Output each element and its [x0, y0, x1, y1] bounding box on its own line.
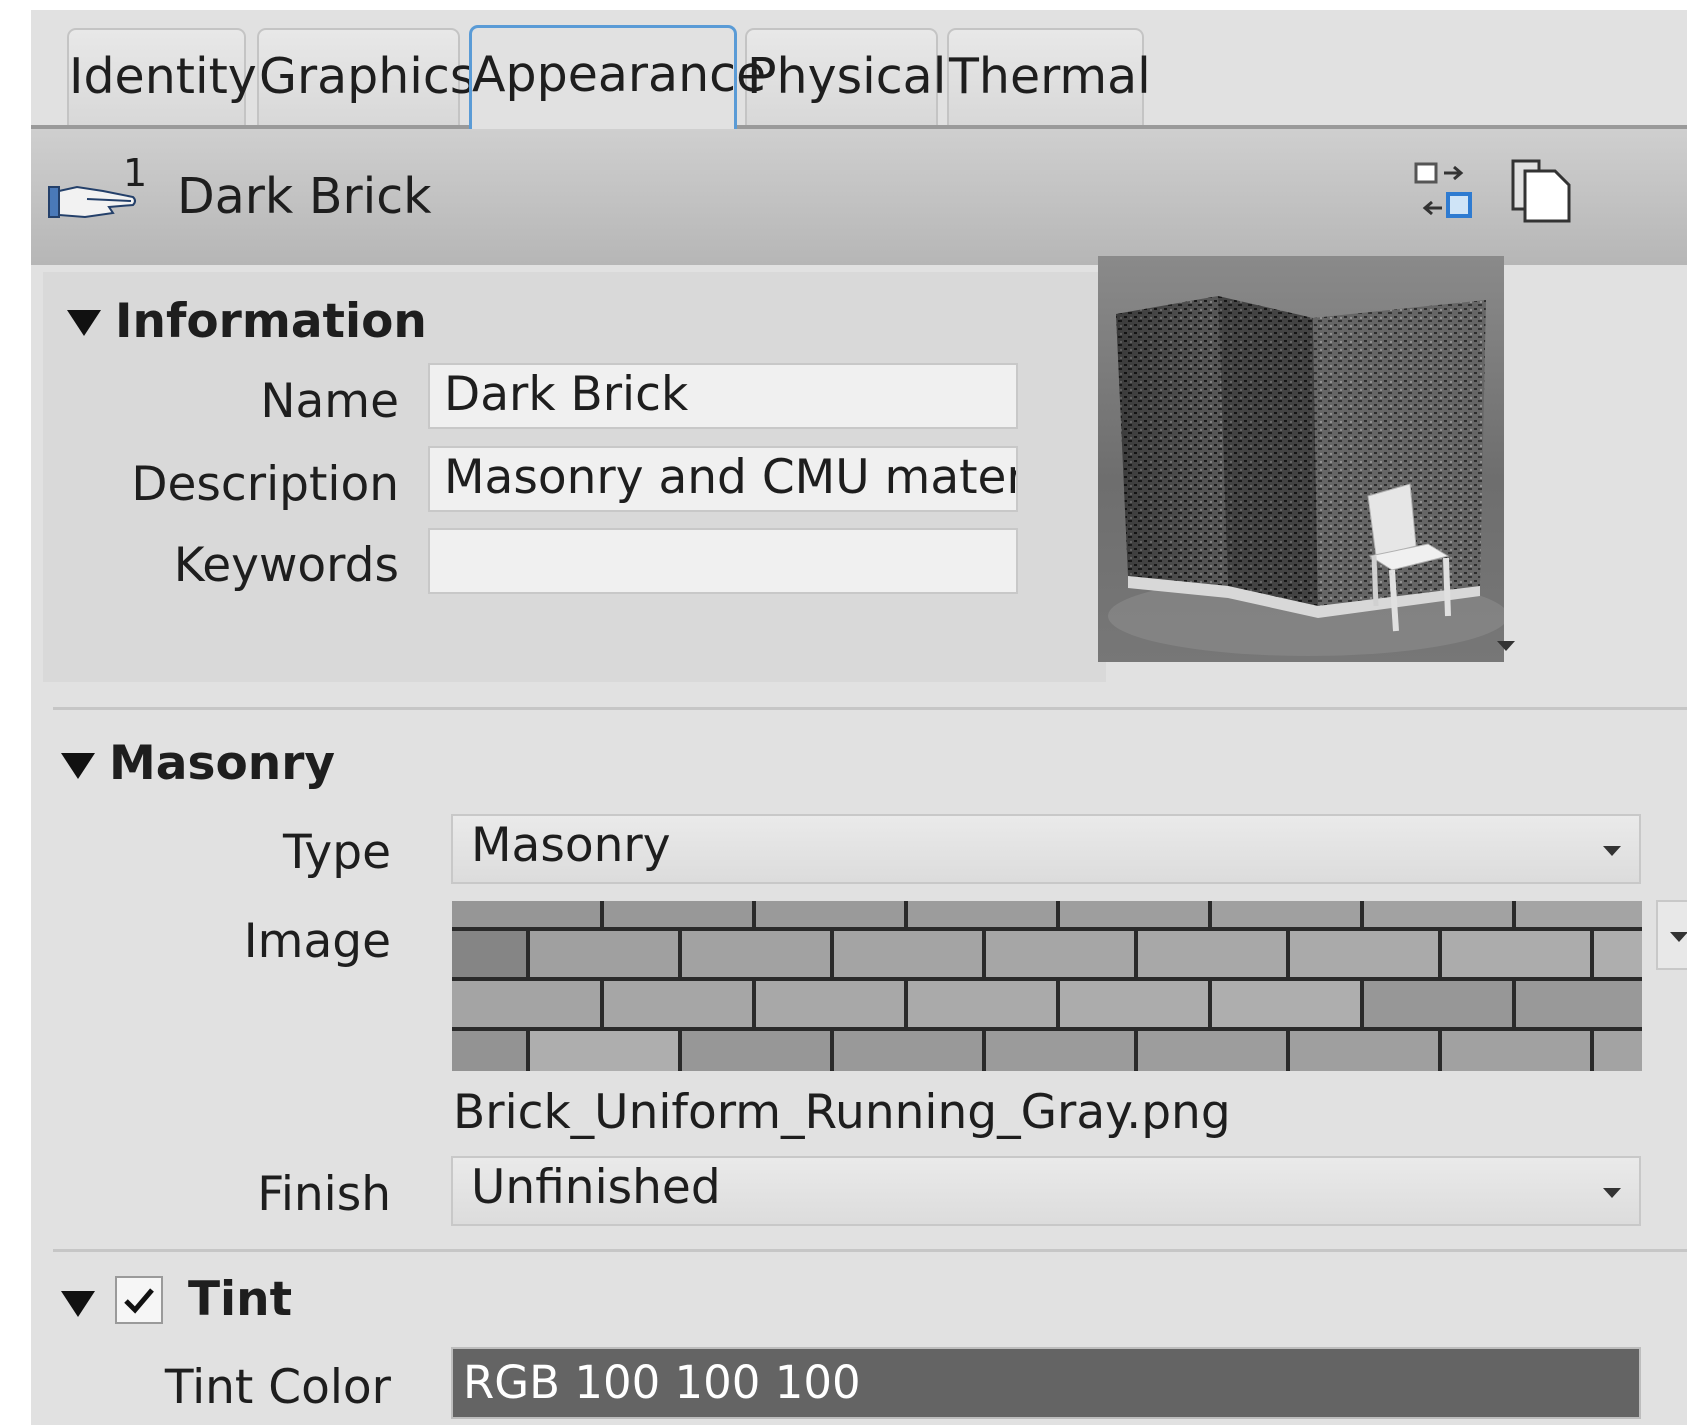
image-label: Image [243, 914, 391, 969]
name-field[interactable]: Dark Brick [428, 363, 1018, 429]
type-label: Type [283, 825, 391, 880]
brick-texture-image[interactable] [452, 901, 1642, 1071]
description-field[interactable]: Masonry and CMU material. [428, 446, 1018, 512]
texture-options-button[interactable] [1656, 900, 1687, 970]
tab-identity[interactable]: Identity [67, 28, 257, 125]
material-editor-panel: Identity Graphics Appearance Physical Th… [31, 10, 1687, 1425]
material-name-header: Dark Brick [177, 168, 432, 225]
tint-title: Tint [188, 1272, 293, 1327]
tint-color-label: Tint Color [164, 1360, 391, 1415]
preview-options-dropdown[interactable] [1497, 641, 1515, 651]
tint-checkbox[interactable] [115, 1276, 163, 1324]
chevron-down-icon [1670, 932, 1687, 942]
tint-color-swatch[interactable]: RGB 100 100 100 [451, 1347, 1641, 1419]
duplicate-asset-icon[interactable] [1509, 159, 1571, 223]
texture-filename[interactable]: Brick_Uniform_Running_Gray.png [453, 1085, 1231, 1140]
tab-graphics[interactable]: Graphics [257, 28, 475, 125]
finish-label: Finish [257, 1167, 391, 1222]
keywords-label: Keywords [173, 538, 399, 593]
section-divider [53, 1249, 1687, 1252]
keywords-field[interactable] [428, 528, 1018, 594]
collapse-tint-icon[interactable] [61, 1291, 95, 1319]
asset-count: 1 [123, 151, 148, 195]
finish-dropdown[interactable]: Unfinished [451, 1156, 1641, 1226]
tab-bar: Identity Graphics Appearance Physical Th… [31, 10, 1687, 129]
information-title: Information [115, 294, 427, 349]
type-dropdown[interactable]: Masonry [451, 814, 1641, 884]
tint-color-value: RGB 100 100 100 [463, 1356, 861, 1409]
masonry-title: Masonry [109, 736, 336, 791]
finish-value: Unfinished [471, 1160, 721, 1215]
checkmark-icon [124, 1288, 154, 1314]
tab-appearance[interactable]: Appearance [469, 25, 766, 129]
section-divider [53, 707, 1687, 710]
collapse-information-icon[interactable] [67, 310, 101, 338]
material-header: 1 Dark Brick [31, 129, 1687, 265]
chevron-down-icon [1603, 846, 1621, 856]
type-value: Masonry [471, 818, 671, 873]
chevron-down-icon [1603, 1188, 1621, 1198]
collapse-masonry-icon[interactable] [61, 753, 95, 781]
tab-thermal[interactable]: Thermal [947, 28, 1151, 125]
tab-physical[interactable]: Physical [745, 28, 946, 125]
material-preview-image[interactable] [1098, 256, 1504, 662]
replace-asset-icon[interactable] [1414, 162, 1474, 220]
name-label: Name [260, 374, 399, 429]
description-label: Description [131, 457, 399, 512]
